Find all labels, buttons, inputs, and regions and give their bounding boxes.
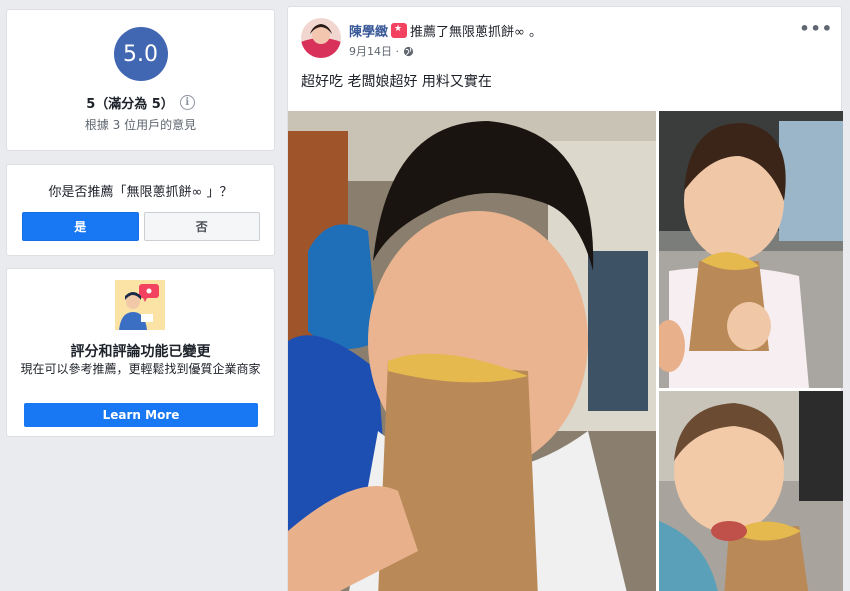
rating-basis: 根據 3 位用戶的意見 [84,118,197,132]
post-text: 超好吃 老闆娘超好 用料又實在 [301,74,492,90]
rating-score-badge: 5.0 [113,27,168,81]
avatar-image [301,18,341,58]
recommend-badge-icon [391,23,408,38]
yes-button[interactable]: 是 [22,212,139,241]
post-photo-top-right[interactable] [659,111,843,388]
recommend-question: 你是否推薦「無限蔥抓餅∞ 」？ [48,185,233,200]
recommend-card: 你是否推薦「無限蔥抓餅∞ 」？ 是 否 [6,164,275,256]
post-photo-bottom-right[interactable] [659,391,843,591]
rating-card: 5.0 5（滿分為 5） i 根據 3 位用戶的意見 [6,9,275,151]
recommendation-text[interactable]: 推薦了無限蔥抓餅∞ 。 [410,21,542,40]
change-description: 現在可以參考推薦，更輕鬆找到優質企業商家 [20,362,261,376]
avatar[interactable] [301,18,341,58]
post-photo-main[interactable] [288,111,656,591]
post-date[interactable]: 9月14日 · [349,43,399,59]
learn-more-button[interactable]: Learn More [24,403,258,427]
more-icon[interactable]: ••• [799,19,833,38]
author-name[interactable]: 陳學緻 [349,21,388,40]
rating-summary: 5（滿分為 5） [86,97,174,112]
no-button[interactable]: 否 [143,212,260,241]
change-notice-card: 評分和評論功能已變更 現在可以參考推薦，更輕鬆找到優質企業商家 Learn Mo… [6,268,275,437]
review-illustration-icon [115,280,165,330]
globe-icon [403,46,414,56]
recommendation-post: 陳學緻 推薦了無限蔥抓餅∞ 。 9月14日 · ••• 超好吃 老闆娘超好 用料… [287,6,843,591]
info-icon[interactable]: i [179,95,195,110]
change-title: 評分和評論功能已變更 [70,344,211,360]
